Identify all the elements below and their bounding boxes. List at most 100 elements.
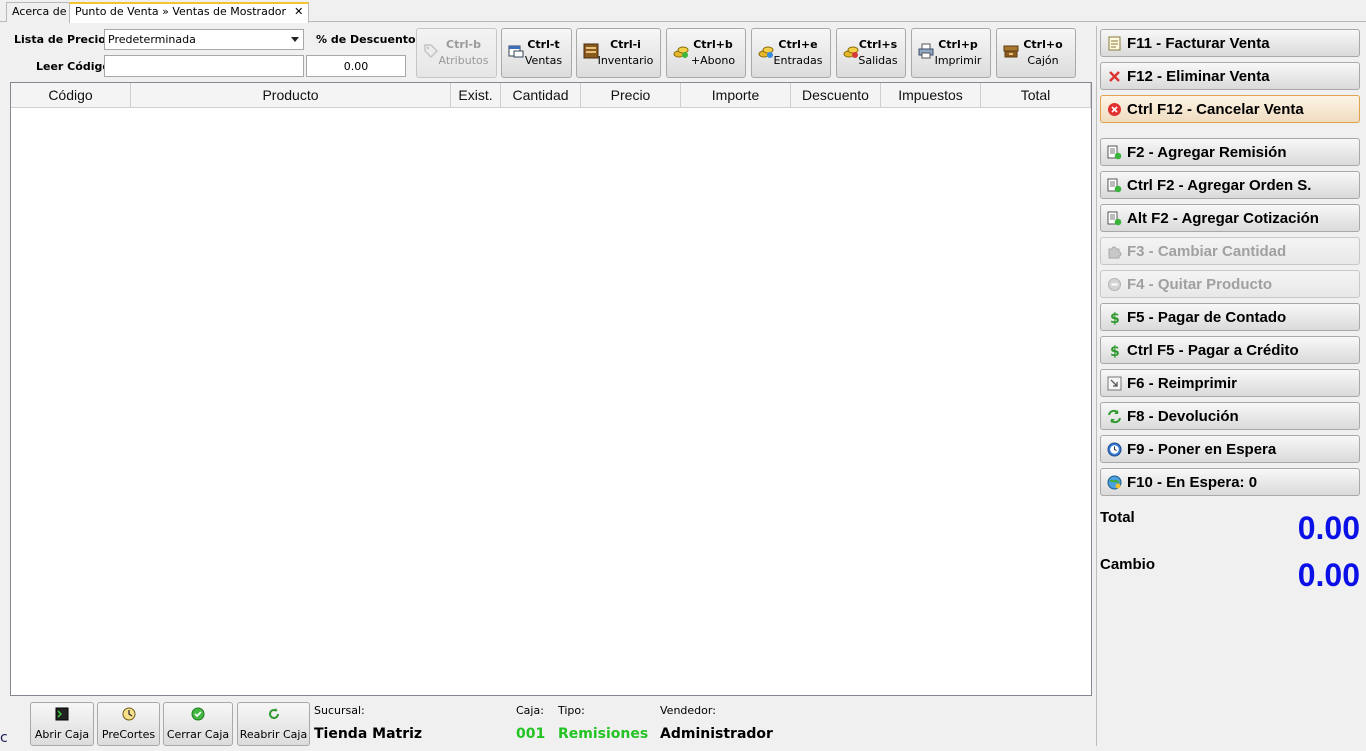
column-header-impuestos[interactable]: Impuestos bbox=[881, 83, 981, 108]
reabrir-caja-label: Reabrir Caja bbox=[239, 728, 308, 741]
en-espera-label: F10 - En Espera: 0 bbox=[1127, 474, 1258, 491]
quitar-producto-label: F4 - Quitar Producto bbox=[1127, 276, 1273, 293]
refresh-icon bbox=[268, 708, 279, 719]
tab-strip: Acerca de Punto de Venta » Ventas de Mos… bbox=[0, 0, 1366, 23]
devolucion-button[interactable]: F8 - Devolución bbox=[1100, 402, 1360, 430]
imprimir-key: Ctrl+p bbox=[938, 38, 978, 51]
salidas-button[interactable]: Ctrl+s Salidas bbox=[836, 28, 906, 78]
column-header-exist[interactable]: Exist. bbox=[451, 83, 501, 108]
cancelar-venta-button[interactable]: Ctrl F12 - Cancelar Venta bbox=[1100, 95, 1360, 123]
caja-label: Caja: bbox=[516, 704, 544, 717]
column-header-codigo[interactable]: Código bbox=[11, 83, 131, 108]
close-icon[interactable]: ✕ bbox=[294, 5, 303, 18]
column-header-cantidad[interactable]: Cantidad bbox=[501, 83, 581, 108]
column-header-importe[interactable]: Importe bbox=[681, 83, 791, 108]
clock-icon bbox=[122, 707, 135, 721]
cerrar-caja-label: Cerrar Caja bbox=[166, 728, 230, 741]
add-doc-icon bbox=[1107, 211, 1122, 226]
terminal-icon bbox=[55, 707, 69, 721]
drawer-icon bbox=[1003, 45, 1019, 58]
cambio-label: Cambio bbox=[1100, 556, 1156, 573]
agregar-orden-button[interactable]: Ctrl F2 - Agregar Orden S. bbox=[1100, 171, 1360, 199]
ventas-label: Ventas bbox=[524, 54, 563, 67]
tab-label: Acerca de bbox=[12, 5, 67, 18]
abrir-caja-button[interactable]: Abrir Caja bbox=[30, 702, 94, 746]
globe-icon bbox=[1107, 475, 1122, 490]
pagar-contado-label: F5 - Pagar de Contado bbox=[1127, 309, 1287, 326]
quitar-producto-button[interactable]: F4 - Quitar Producto bbox=[1100, 270, 1360, 298]
cerrar-caja-button[interactable]: Cerrar Caja bbox=[163, 702, 233, 746]
precortes-label: PreCortes bbox=[101, 728, 156, 741]
pagar-credito-label: Ctrl F5 - Pagar a Crédito bbox=[1127, 342, 1299, 359]
leer-codigo-label: Leer Código bbox=[36, 60, 110, 73]
entradas-key: Ctrl+e bbox=[778, 38, 818, 51]
dollar-icon: $ bbox=[1110, 311, 1120, 325]
atributos-key: Ctrl-b bbox=[446, 38, 481, 51]
abono-label: +Abono bbox=[690, 54, 736, 67]
facturar-venta-button[interactable]: F11 - Facturar Venta bbox=[1100, 29, 1360, 57]
svg-text:$: $ bbox=[1110, 311, 1120, 325]
reprint-icon bbox=[1107, 376, 1122, 391]
ventas-button[interactable]: Ctrl-t Ventas bbox=[501, 28, 572, 78]
descuento-input[interactable]: 0.00 bbox=[306, 55, 406, 77]
dollar-icon: $ bbox=[1110, 344, 1120, 358]
delete-x-icon bbox=[1109, 71, 1120, 82]
entradas-label: Entradas bbox=[773, 54, 823, 67]
tag-icon bbox=[424, 44, 439, 59]
pagar-credito-button[interactable]: $ Ctrl F5 - Pagar a Crédito bbox=[1100, 336, 1360, 364]
column-header-descuento[interactable]: Descuento bbox=[791, 83, 881, 108]
imprimir-button[interactable]: Ctrl+p Imprimir bbox=[911, 28, 991, 78]
wait-clock-icon bbox=[1107, 442, 1122, 457]
check-icon bbox=[191, 707, 205, 721]
cajon-key: Ctrl+o bbox=[1023, 38, 1063, 51]
reimprimir-label: F6 - Reimprimir bbox=[1127, 375, 1238, 392]
atributos-label: Atributos bbox=[438, 54, 489, 67]
svg-text:$: $ bbox=[1110, 344, 1120, 358]
coins-in-icon bbox=[758, 46, 774, 58]
ventas-icon bbox=[508, 45, 524, 58]
total-label: Total bbox=[1100, 509, 1135, 526]
tab-punto-venta[interactable]: Punto de Venta » Ventas de Mostrador ✕ bbox=[69, 2, 310, 23]
panel-divider bbox=[1096, 26, 1097, 746]
poner-espera-label: F9 - Poner en Espera bbox=[1127, 441, 1277, 458]
agregar-cotizacion-button[interactable]: Alt F2 - Agregar Cotización bbox=[1100, 204, 1360, 232]
cancelar-venta-label: Ctrl F12 - Cancelar Venta bbox=[1127, 101, 1304, 118]
coins-icon bbox=[673, 46, 689, 58]
reimprimir-button[interactable]: F6 - Reimprimir bbox=[1100, 369, 1360, 397]
lista-precios-select[interactable]: Predeterminada bbox=[104, 29, 304, 50]
lista-precios-label: Lista de Precios bbox=[14, 33, 113, 46]
cajon-button[interactable]: Ctrl+o Cajón bbox=[996, 28, 1076, 78]
sucursal-value: Tienda Matriz bbox=[314, 726, 423, 742]
agregar-cotizacion-label: Alt F2 - Agregar Cotización bbox=[1127, 210, 1319, 227]
return-icon bbox=[1108, 409, 1121, 424]
sales-grid[interactable]: Código Producto Exist. Cantidad Precio I… bbox=[10, 82, 1092, 696]
entradas-button[interactable]: Ctrl+e Entradas bbox=[751, 28, 831, 78]
facturar-venta-label: F11 - Facturar Venta bbox=[1127, 35, 1270, 52]
tipo-label: Tipo: bbox=[558, 704, 585, 717]
eliminar-venta-label: F12 - Eliminar Venta bbox=[1127, 68, 1270, 85]
column-header-precio[interactable]: Precio bbox=[581, 83, 681, 108]
abrir-caja-label: Abrir Caja bbox=[34, 728, 90, 741]
chevron-down-icon[interactable] bbox=[291, 37, 299, 42]
agregar-remision-label: F2 - Agregar Remisión bbox=[1127, 144, 1287, 161]
column-header-total[interactable]: Total bbox=[981, 83, 1091, 108]
pagar-contado-button[interactable]: $ F5 - Pagar de Contado bbox=[1100, 303, 1360, 331]
tab-acerca[interactable]: Acerca de bbox=[6, 2, 73, 22]
column-header-producto[interactable]: Producto bbox=[131, 83, 451, 108]
cambiar-cantidad-label: F3 - Cambiar Cantidad bbox=[1127, 243, 1287, 260]
en-espera-button[interactable]: F10 - En Espera: 0 bbox=[1100, 468, 1360, 496]
cambiar-cantidad-button[interactable]: F3 - Cambiar Cantidad bbox=[1100, 237, 1360, 265]
agregar-remision-button[interactable]: F2 - Agregar Remisión bbox=[1100, 138, 1360, 166]
atributos-button[interactable]: Ctrl-b Atributos bbox=[416, 28, 497, 78]
caja-value: 001 bbox=[516, 726, 546, 742]
eliminar-venta-button[interactable]: F12 - Eliminar Venta bbox=[1100, 62, 1360, 90]
cancel-circle-icon bbox=[1108, 103, 1121, 116]
reabrir-caja-button[interactable]: Reabrir Caja bbox=[237, 702, 310, 746]
imprimir-label: Imprimir bbox=[934, 54, 982, 67]
leer-codigo-input[interactable] bbox=[104, 55, 304, 77]
abono-button[interactable]: Ctrl+b +Abono bbox=[666, 28, 746, 78]
cambio-value: 0.00 bbox=[1297, 557, 1360, 593]
poner-espera-button[interactable]: F9 - Poner en Espera bbox=[1100, 435, 1360, 463]
precortes-button[interactable]: PreCortes bbox=[97, 702, 160, 746]
inventario-button[interactable]: Ctrl-i Inventario bbox=[576, 28, 661, 78]
